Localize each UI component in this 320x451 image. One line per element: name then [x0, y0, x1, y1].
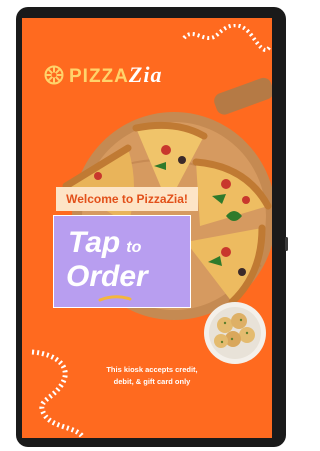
- payment-notice-line2: debit, & gift card only: [113, 377, 191, 386]
- cta-tap-word: Tap: [68, 226, 121, 259]
- kiosk-screen[interactable]: PIZZAZia Welcome to PizzaZia! Tap to Ord…: [22, 18, 272, 438]
- payment-notice: This kiosk accepts credit, debit, & gift…: [82, 364, 222, 388]
- underline-swoosh-icon: [98, 295, 132, 302]
- cta-to-word: to: [126, 239, 142, 256]
- cta-line1: Tap to: [68, 226, 141, 260]
- payment-notice-line1: This kiosk accepts credit,: [106, 365, 198, 374]
- squiggle-decoration-top: [182, 24, 272, 53]
- cta-order-word: Order: [66, 260, 148, 293]
- squiggle-decoration-bottom: [31, 349, 84, 438]
- device-side-button: [285, 237, 288, 251]
- welcome-banner: Welcome to PizzaZia!: [56, 187, 198, 211]
- tap-to-order-button[interactable]: Tap to Order: [53, 215, 191, 308]
- garlic-bread-plate-image: [204, 302, 266, 364]
